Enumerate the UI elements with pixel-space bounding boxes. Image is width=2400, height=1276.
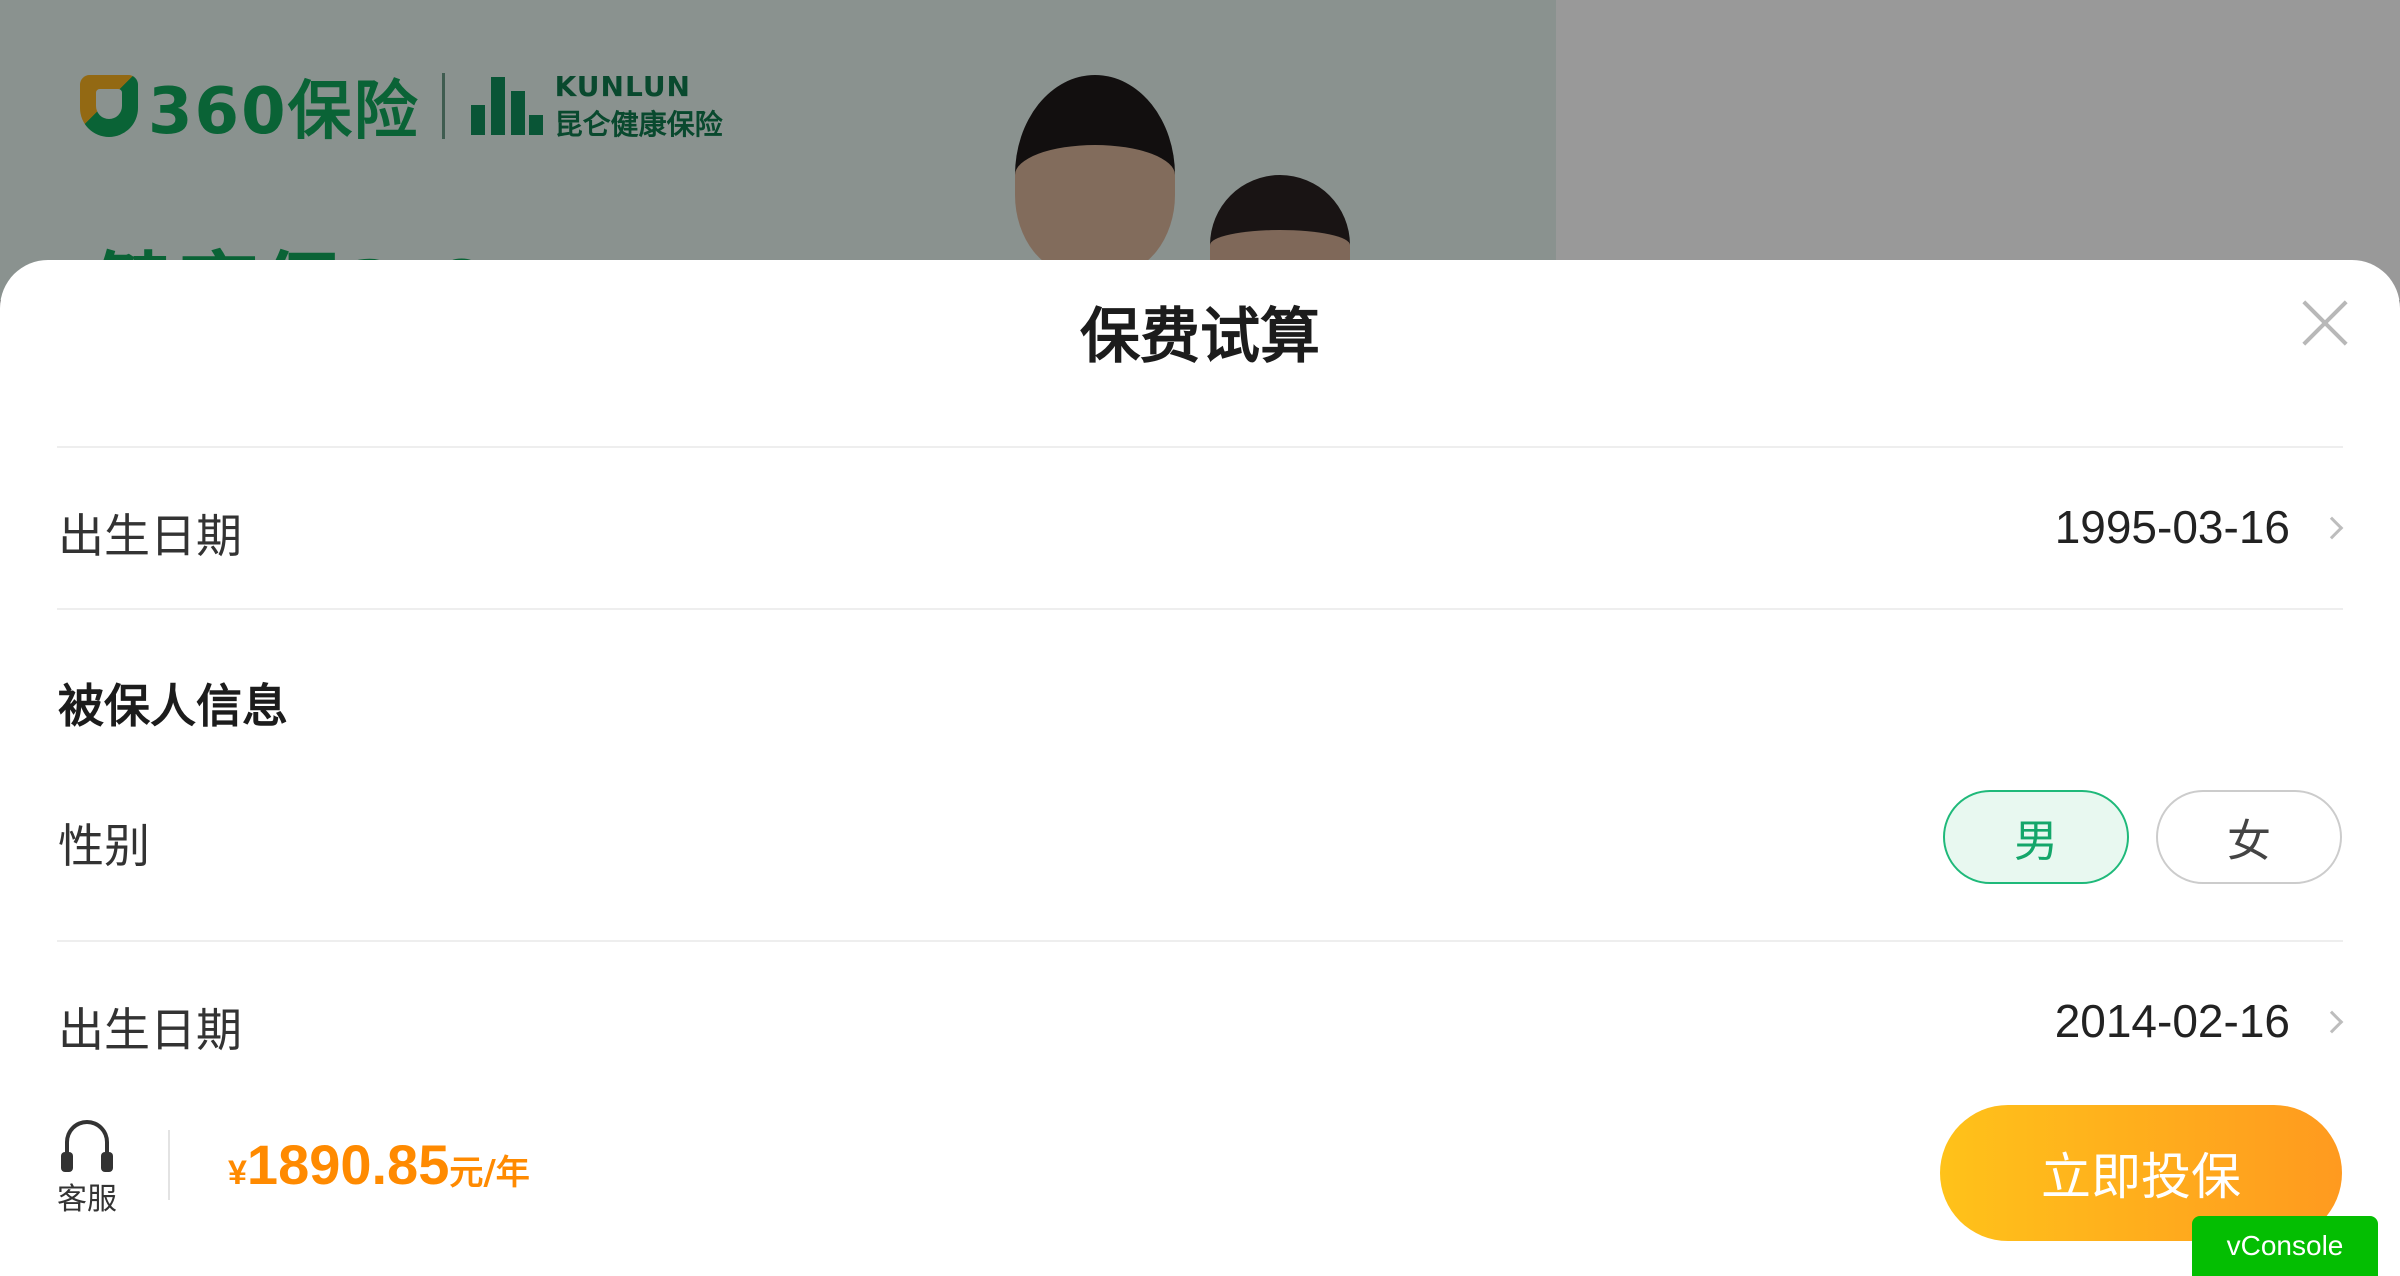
bar-divider — [168, 1130, 170, 1200]
chevron-right-icon — [2320, 1010, 2344, 1034]
headset-icon — [61, 1120, 113, 1172]
divider — [57, 608, 2343, 610]
price-amount: 1890.85 — [246, 1133, 450, 1196]
insured-section-title: 被保人信息 — [58, 679, 288, 733]
premium-calculator-sheet: 保费试算 出生日期 1995-03-16 被保人信息 性别 男 女 出生日期 2… — [0, 260, 2400, 1276]
row-label: 出生日期 — [58, 509, 242, 563]
gender-male-button[interactable]: 男 — [1943, 790, 2129, 884]
close-icon[interactable] — [2300, 298, 2350, 348]
price-unit: 元/年 — [449, 1153, 530, 1193]
sheet-title: 保费试算 — [1080, 302, 1320, 372]
gender-label: 性别 — [58, 819, 150, 873]
birthdate-value: 1995-03-16 — [2054, 501, 2290, 553]
divider — [57, 446, 2343, 448]
chevron-right-icon — [2320, 516, 2344, 540]
divider — [57, 940, 2343, 942]
customer-service-button[interactable]: 客服 — [54, 1120, 120, 1218]
premium-price: ¥1890.85元/年 — [228, 1132, 530, 1197]
vconsole-button[interactable]: vConsole — [2192, 1216, 2378, 1276]
row-label: 出生日期 — [58, 1003, 242, 1057]
service-label: 客服 — [57, 1182, 117, 1217]
birthdate-value: 2014-02-16 — [2054, 995, 2290, 1047]
price-currency: ¥ — [228, 1154, 247, 1192]
gender-female-button[interactable]: 女 — [2156, 790, 2342, 884]
